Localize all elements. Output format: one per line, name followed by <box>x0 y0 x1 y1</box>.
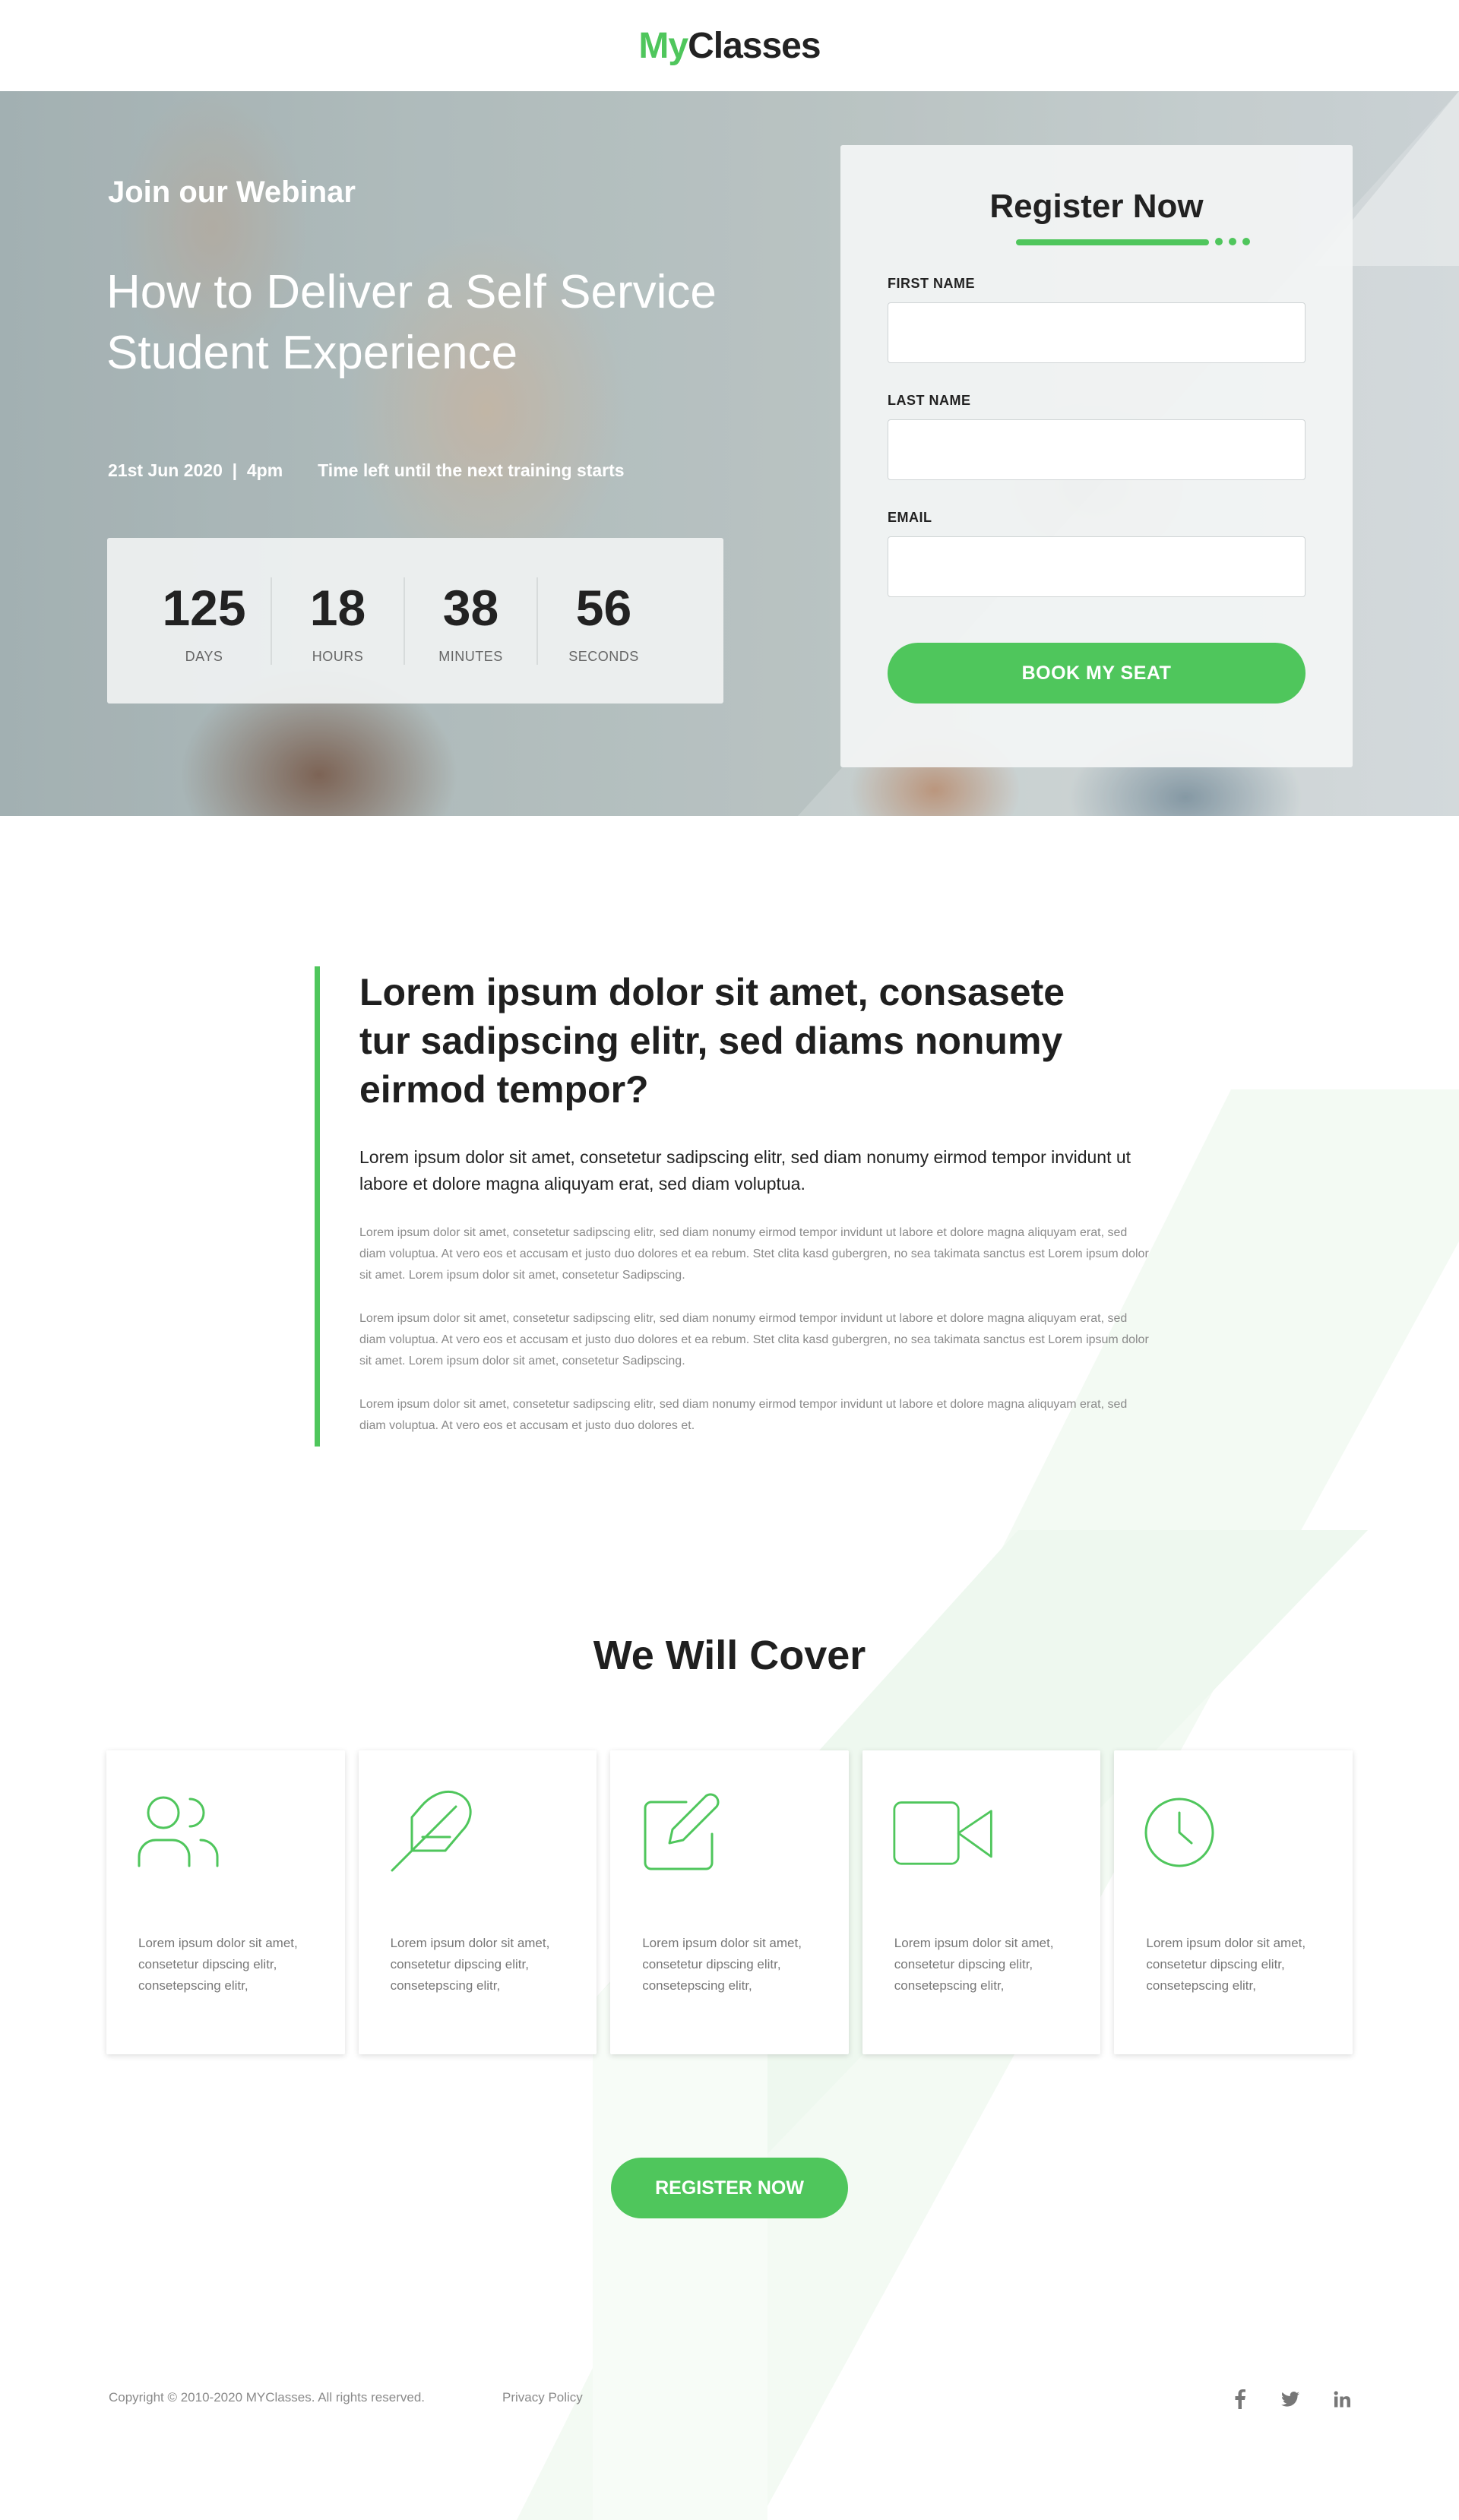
card-text: Lorem ipsum dolor sit amet, consetetur d… <box>1146 1936 1306 1993</box>
card-text: Lorem ipsum dolor sit amet, consetetur d… <box>894 1936 1054 1993</box>
last-name-field[interactable] <box>888 419 1306 480</box>
facebook-glyph <box>1235 2389 1245 2409</box>
cover-card: Lorem ipsum dolor sit amet, consetetur d… <box>862 1750 1101 2054</box>
video-icon <box>893 1801 992 1865</box>
brand-logo[interactable]: My Classes <box>638 25 821 67</box>
book-my-seat-button[interactable]: BOOK MY SEAT <box>888 643 1306 704</box>
register-now-button[interactable]: REGISTER NOW <box>611 2158 848 2218</box>
hero-title: How to Deliver a Self Service Student Ex… <box>106 266 717 379</box>
privacy-policy-link[interactable]: Privacy Policy <box>502 2390 583 2405</box>
cover-cards: Lorem ipsum dolor sit amet, consetetur d… <box>106 1750 1353 2054</box>
countdown-label: MINUTES <box>438 648 503 664</box>
copyright-text: Copyright © 2010-2020 MYClasses. All rig… <box>109 2390 425 2405</box>
users-icon <box>138 1796 219 1867</box>
webinar-date: 21st Jun 2020 | 4pm <box>108 460 283 480</box>
countdown-label: SECONDS <box>568 648 639 664</box>
logo-prefix: My <box>638 25 688 66</box>
countdown-value: 38 <box>442 579 499 636</box>
countdown-value: 125 <box>162 579 246 636</box>
article-heading: Lorem ipsum dolor sit amet, consasete tu… <box>359 971 1065 1111</box>
title-underline-dots <box>1215 238 1250 245</box>
countdown-seconds: 56 SECONDS <box>536 577 669 665</box>
first-name-field[interactable] <box>888 302 1306 363</box>
card-text: Lorem ipsum dolor sit amet, consetetur d… <box>138 1936 298 1993</box>
countdown-value: 18 <box>309 579 366 636</box>
logo-suffix: Classes <box>688 25 821 66</box>
countdown-timer: 125 DAYS 18 HOURS 38 MINUTES 56 SECONDS <box>107 538 723 704</box>
clock-icon <box>1144 1798 1214 1867</box>
facebook-icon[interactable] <box>1226 2386 1254 2413</box>
cover-title: We Will Cover <box>593 1633 866 1678</box>
cover-card: Lorem ipsum dolor sit amet, consetetur d… <box>106 1750 345 2054</box>
article-section: Lorem ipsum dolor sit amet, consasete tu… <box>315 966 1150 1447</box>
site-header: My Classes <box>0 0 1459 91</box>
countdown-days: 125 DAYS <box>138 577 271 665</box>
cover-card: Lorem ipsum dolor sit amet, consetetur d… <box>610 1750 849 2054</box>
countdown-label: HOURS <box>312 648 364 664</box>
countdown-minutes: 38 MINUTES <box>404 577 536 665</box>
twitter-icon[interactable] <box>1277 2386 1304 2413</box>
register-title: Register Now <box>989 188 1204 225</box>
hero-meta: 21st Jun 2020 | 4pm Time left until the … <box>108 460 625 481</box>
first-name-label: FIRST NAME <box>888 276 975 291</box>
edit-icon <box>644 1793 720 1870</box>
countdown-caption: Time left until the next training starts <box>318 460 625 480</box>
article-paragraph: Lorem ipsum dolor sit amet, consetetur s… <box>359 1226 1149 1282</box>
countdown-hours: 18 HOURS <box>271 577 404 665</box>
registration-form: Register Now FIRST NAME LAST NAME EMAIL … <box>840 145 1353 767</box>
card-text: Lorem ipsum dolor sit amet, consetetur d… <box>642 1936 802 1993</box>
last-name-label: LAST NAME <box>888 393 971 408</box>
linkedin-glyph <box>1334 2391 1350 2408</box>
hero-kicker: Join our Webinar <box>108 175 356 209</box>
title-underline <box>1016 239 1209 245</box>
cover-card: Lorem ipsum dolor sit amet, consetetur d… <box>358 1750 597 2054</box>
email-field[interactable] <box>888 536 1306 597</box>
linkedin-icon[interactable] <box>1328 2386 1356 2413</box>
hero-section: Join our Webinar How to Deliver a Self S… <box>0 91 1459 816</box>
card-text: Lorem ipsum dolor sit amet, consetetur d… <box>390 1936 550 1993</box>
twitter-glyph <box>1281 2392 1299 2407</box>
countdown-value: 56 <box>575 579 632 636</box>
article-paragraph: Lorem ipsum dolor sit amet, consetetur s… <box>359 1312 1149 1368</box>
countdown-label: DAYS <box>185 648 223 664</box>
email-label: EMAIL <box>888 510 932 525</box>
article-lead: Lorem ipsum dolor sit amet, consetetur s… <box>359 1147 1131 1194</box>
cover-card: Lorem ipsum dolor sit amet, consetetur d… <box>1114 1750 1353 2054</box>
feather-icon <box>391 1791 472 1872</box>
article-paragraph: Lorem ipsum dolor sit amet, consetetur s… <box>359 1398 1128 1432</box>
